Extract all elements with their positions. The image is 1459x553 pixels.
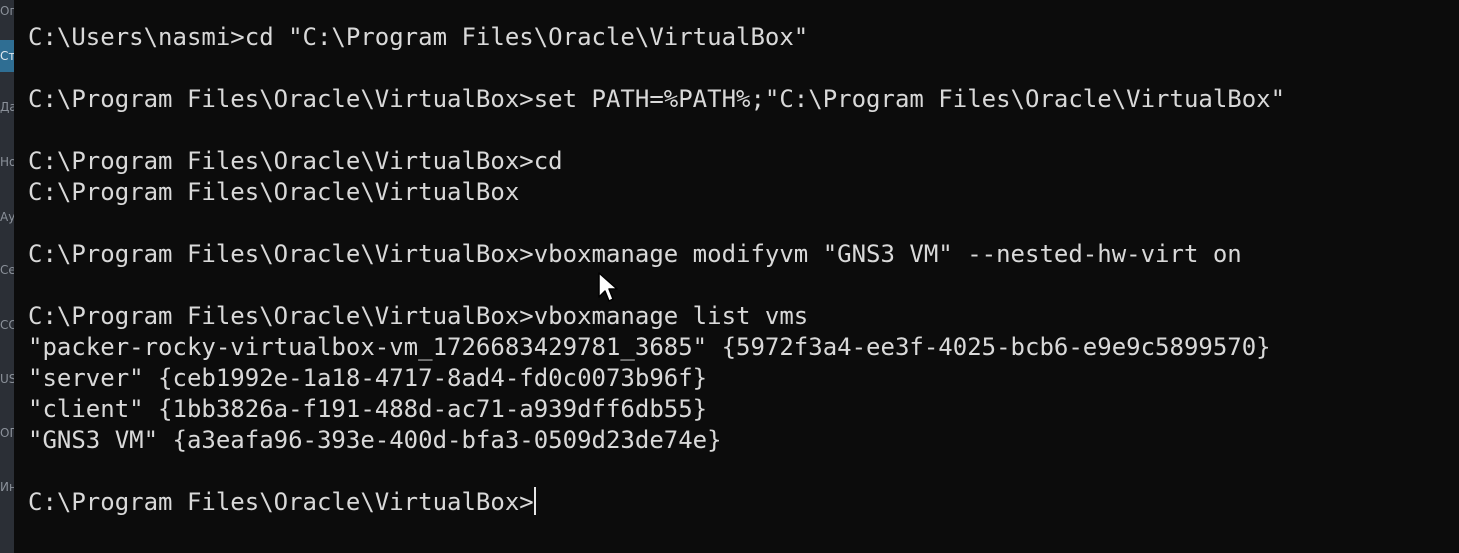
terminal-line: "packer-rocky-virtualbox-vm_172668342978…: [28, 333, 1271, 361]
text-caret: [533, 487, 536, 515]
sidebar-item[interactable]: ОГ: [0, 426, 14, 440]
sidebar-item-active[interactable]: Ст: [0, 40, 14, 72]
terminal-line: C:\Program Files\Oracle\VirtualBox>set P…: [28, 85, 1286, 113]
mouse-pointer-icon: [598, 272, 618, 302]
terminal-prompt-line[interactable]: C:\Program Files\Oracle\VirtualBox>: [28, 487, 536, 518]
sidebar-item[interactable]: Ау: [0, 210, 14, 224]
terminal-line: C:\Program Files\Oracle\VirtualBox>vboxm…: [28, 240, 1242, 268]
sidebar-item[interactable]: Да: [0, 100, 14, 114]
terminal-window[interactable]: C:\Users\nasmi>cd "C:\Program Files\Orac…: [14, 0, 1459, 553]
sidebar-item[interactable]: Но: [0, 155, 14, 169]
prompt-text: C:\Program Files\Oracle\VirtualBox>: [28, 488, 534, 516]
terminal-line: "GNS3 VM" {a3eafa96-393e-400d-bfa3-0509d…: [28, 426, 722, 454]
sidebar-item[interactable]: US: [0, 372, 14, 386]
terminal-line: C:\Users\nasmi>cd "C:\Program Files\Orac…: [28, 23, 809, 51]
sidebar-item[interactable]: Ин: [0, 480, 14, 494]
sidebar-item[interactable]: Ог: [0, 4, 14, 18]
sidebar: Ог Ст Да Но Ау Се СО US ОГ Ин: [0, 0, 14, 553]
sidebar-item[interactable]: Се: [0, 263, 14, 277]
terminal-line: C:\Program Files\Oracle\VirtualBox>cd: [28, 147, 563, 175]
terminal-line: C:\Program Files\Oracle\VirtualBox>vboxm…: [28, 302, 809, 330]
terminal-line: C:\Program Files\Oracle\VirtualBox: [28, 178, 520, 206]
terminal-line: "server" {ceb1992e-1a18-4717-8ad4-fd0c00…: [28, 364, 708, 392]
terminal-line: "client" {1bb3826a-f191-488d-ac71-a939df…: [28, 395, 708, 423]
sidebar-item[interactable]: СО: [0, 318, 14, 332]
